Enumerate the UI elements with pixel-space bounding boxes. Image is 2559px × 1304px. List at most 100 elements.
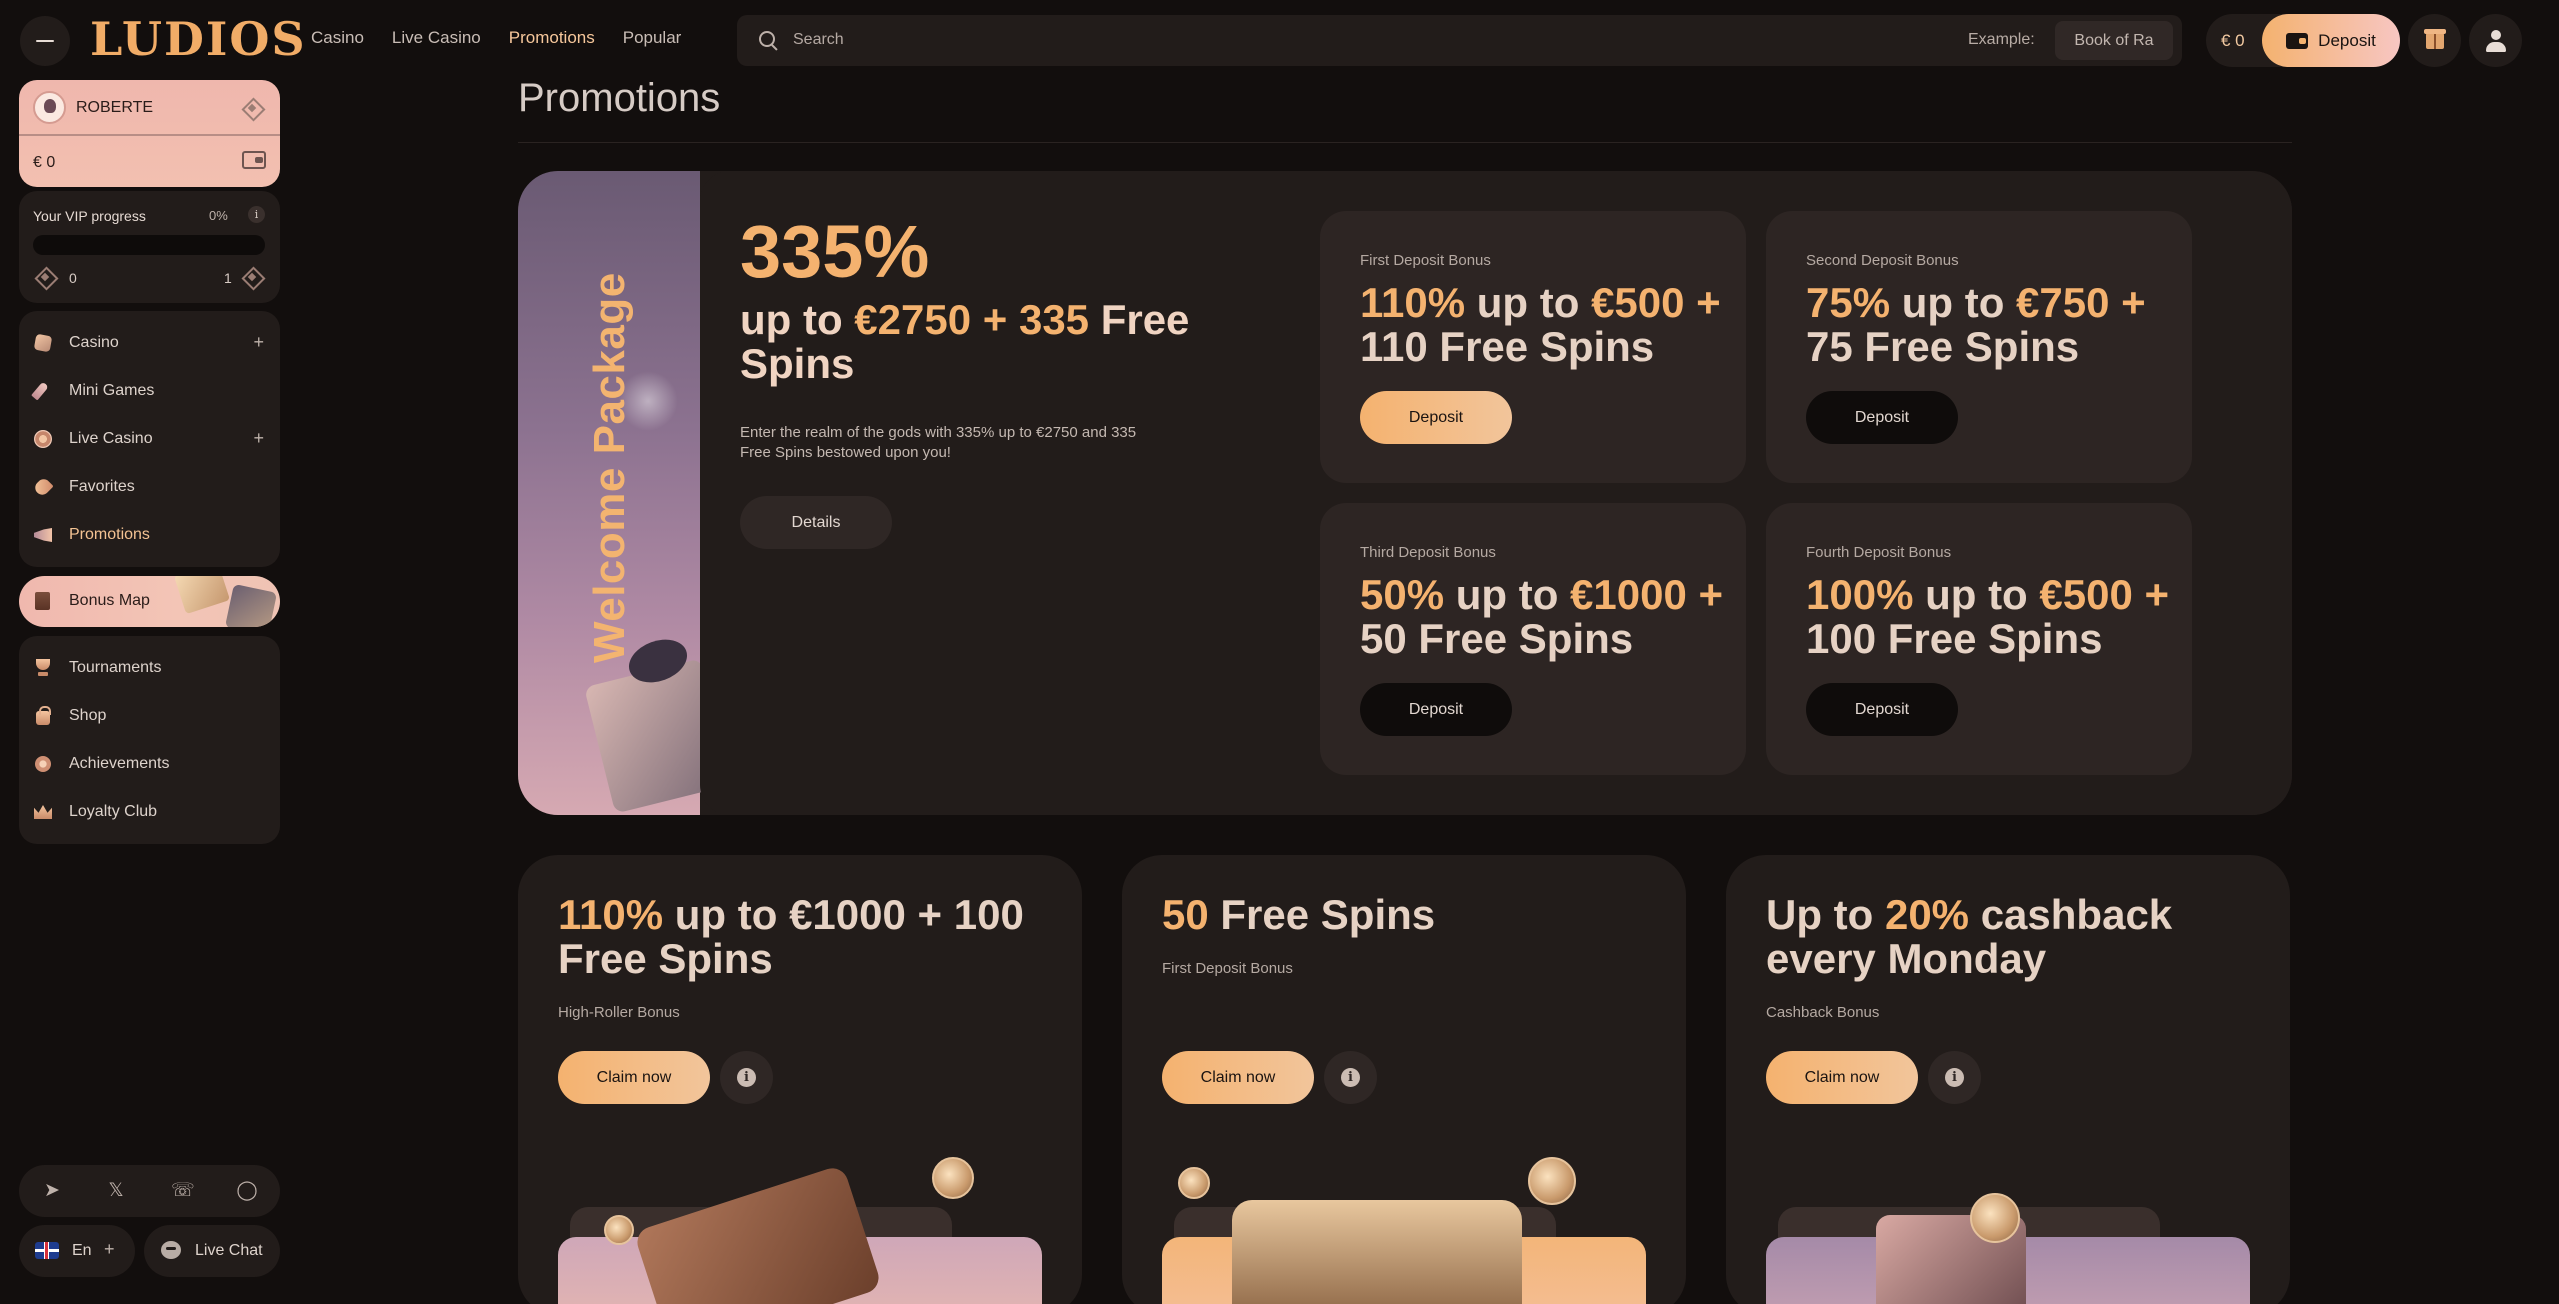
expand-plus-icon[interactable]: + bbox=[253, 332, 264, 353]
x-icon[interactable]: 𝕏 bbox=[105, 1180, 127, 1202]
bonus-title-percent: 50% bbox=[1360, 571, 1445, 618]
language-label: En bbox=[72, 1242, 92, 1259]
promo-title-highlight: 110% bbox=[558, 891, 664, 938]
promo-title: 50 Free Spins bbox=[1162, 893, 1662, 937]
promo-title-rest: Free Spins bbox=[1208, 891, 1436, 938]
casino-cube-icon bbox=[33, 333, 53, 353]
hamburger-icon bbox=[36, 40, 54, 42]
casino-chip-icon bbox=[33, 429, 53, 449]
first-deposit-bonus-card: First Deposit Bonus 110% up to €500 +110… bbox=[1320, 211, 1746, 483]
page-title: Promotions bbox=[518, 76, 721, 120]
top-nav-live-casino[interactable]: Live Casino bbox=[392, 28, 481, 48]
bonus-title: 75% up to €750 +75 Free Spins bbox=[1806, 281, 2186, 369]
whatsapp-icon[interactable]: ☏ bbox=[171, 1180, 195, 1202]
sidebar-item-label: Bonus Map bbox=[69, 592, 150, 609]
second-deposit-button[interactable]: Deposit bbox=[1806, 391, 1958, 444]
promo-info-button[interactable]: i bbox=[720, 1051, 773, 1104]
sidebar-item-shop[interactable]: Shop bbox=[33, 701, 268, 731]
sidebar-item-achievements[interactable]: Achievements bbox=[33, 749, 268, 779]
gifts-button[interactable] bbox=[2408, 14, 2461, 67]
coin-illustration bbox=[1970, 1193, 2020, 1243]
language-plus-icon: + bbox=[104, 1239, 115, 1259]
sidebar-nav-main: Casino + Mini Games Live Casino + Favori… bbox=[19, 311, 280, 567]
bonus-map-button[interactable]: Bonus Map bbox=[19, 576, 280, 627]
search-input[interactable] bbox=[793, 27, 1393, 53]
top-nav-popular[interactable]: Popular bbox=[623, 28, 682, 48]
gift-icon bbox=[2423, 28, 2446, 49]
search-bar: Example: Book of Ra bbox=[737, 15, 2182, 66]
bonus-title-amount: €750 + bbox=[2016, 279, 2146, 326]
welcome-subtitle-highlight: €2750 + 335 bbox=[854, 296, 1090, 343]
profile-button[interactable] bbox=[2469, 14, 2522, 67]
first-deposit-button[interactable]: Deposit bbox=[1360, 391, 1512, 444]
sidebar-item-favorites[interactable]: Favorites bbox=[33, 472, 268, 502]
treasure-chest-illustration bbox=[1232, 1200, 1522, 1304]
vip-progress-title: Your VIP progress bbox=[33, 208, 146, 224]
language-selector[interactable]: En + bbox=[19, 1225, 135, 1277]
top-nav-promotions[interactable]: Promotions bbox=[509, 28, 595, 48]
sidebar-item-bonus-map[interactable]: Bonus Map bbox=[33, 586, 268, 616]
live-chat-label: Live Chat bbox=[195, 1242, 263, 1259]
map-icon bbox=[33, 591, 53, 611]
sidebar-item-mini-games[interactable]: Mini Games bbox=[33, 376, 268, 406]
claim-now-button[interactable]: Claim now bbox=[558, 1051, 710, 1104]
bonus-label: Fourth Deposit Bonus bbox=[1806, 544, 1952, 561]
live-chat-button[interactable]: Live Chat bbox=[144, 1225, 280, 1277]
vip-progress-percent: 0% bbox=[209, 208, 228, 223]
sidebar-item-promotions[interactable]: Promotions bbox=[33, 520, 268, 550]
bonus-title-amount: €500 + bbox=[2039, 571, 2170, 618]
expand-plus-icon[interactable]: + bbox=[253, 428, 264, 449]
coin-illustration bbox=[1528, 1157, 1576, 1205]
sidebar-item-casino[interactable]: Casino + bbox=[33, 328, 268, 358]
wallet-icon[interactable] bbox=[242, 151, 266, 169]
welcome-package-vertical-label: Welcome Package bbox=[585, 272, 634, 663]
vip-diamond-icon bbox=[242, 98, 262, 118]
sidebar-item-label: Live Casino bbox=[69, 430, 153, 447]
deposit-button-label: Deposit bbox=[2318, 30, 2376, 50]
promo-subtitle: High-Roller Bonus bbox=[558, 1004, 680, 1021]
vip-level-to-icon bbox=[242, 267, 262, 287]
bonus-label: Third Deposit Bonus bbox=[1360, 544, 1496, 561]
search-example-chip[interactable]: Book of Ra bbox=[2055, 21, 2173, 60]
menu-toggle-button[interactable] bbox=[20, 16, 70, 66]
third-deposit-button[interactable]: Deposit bbox=[1360, 683, 1512, 736]
promo-info-button[interactable]: i bbox=[1324, 1051, 1377, 1104]
profile-row[interactable]: ROBERTE bbox=[19, 80, 280, 136]
instagram-icon[interactable]: ◯ bbox=[236, 1180, 258, 1202]
welcome-percent: 335% bbox=[740, 210, 930, 293]
ludios-logo[interactable]: LUDIOS bbox=[90, 14, 307, 64]
deposit-button[interactable]: Deposit bbox=[2262, 14, 2400, 67]
promo-info-button[interactable]: i bbox=[1928, 1051, 1981, 1104]
claim-now-button[interactable]: Claim now bbox=[1162, 1051, 1314, 1104]
bonus-title-spins: 75 Free Spins bbox=[1806, 323, 2080, 370]
promo-title-prefix: Up to bbox=[1766, 891, 1885, 938]
top-bar: LUDIOS Casino Live Casino Promotions Pop… bbox=[0, 0, 2559, 80]
profile-card: ROBERTE € 0 bbox=[19, 80, 280, 187]
fourth-deposit-button[interactable]: Deposit bbox=[1806, 683, 1958, 736]
sidebar-item-label: Promotions bbox=[69, 526, 150, 543]
sidebar-item-label: Tournaments bbox=[69, 659, 162, 676]
promo-title: Up to 20% cashback every Monday bbox=[1766, 893, 2266, 981]
vip-progress-bar bbox=[33, 235, 265, 255]
bonus-label: First Deposit Bonus bbox=[1360, 252, 1491, 269]
vip-level-to: 1 bbox=[224, 270, 232, 286]
top-nav-casino[interactable]: Casino bbox=[311, 28, 364, 48]
telegram-icon[interactable]: ➤ bbox=[41, 1180, 63, 1202]
bonus-title-mid: up to bbox=[1465, 279, 1592, 326]
shopping-bag-icon bbox=[33, 706, 53, 726]
uk-flag-icon bbox=[35, 1242, 59, 1259]
promo-title: 110% up to €1000 + 100 Free Spins bbox=[558, 893, 1058, 981]
trophy-icon bbox=[33, 658, 53, 678]
sidebar-item-tournaments[interactable]: Tournaments bbox=[33, 653, 268, 683]
sidebar-item-loyalty-club[interactable]: Loyalty Club bbox=[33, 797, 268, 827]
fourth-deposit-bonus-card: Fourth Deposit Bonus 100% up to €500 +10… bbox=[1766, 503, 2192, 775]
details-button[interactable]: Details bbox=[740, 496, 892, 549]
chat-bubble-icon bbox=[161, 1241, 181, 1259]
vip-info-icon[interactable]: i bbox=[248, 206, 265, 223]
bonus-title-mid: up to bbox=[1913, 571, 2040, 618]
sidebar-item-live-casino[interactable]: Live Casino + bbox=[33, 424, 268, 454]
bonus-title-mid: up to bbox=[1444, 571, 1571, 618]
coin-illustration bbox=[932, 1157, 974, 1199]
claim-now-button[interactable]: Claim now bbox=[1766, 1051, 1918, 1104]
bonus-title-mid: up to bbox=[1890, 279, 2017, 326]
